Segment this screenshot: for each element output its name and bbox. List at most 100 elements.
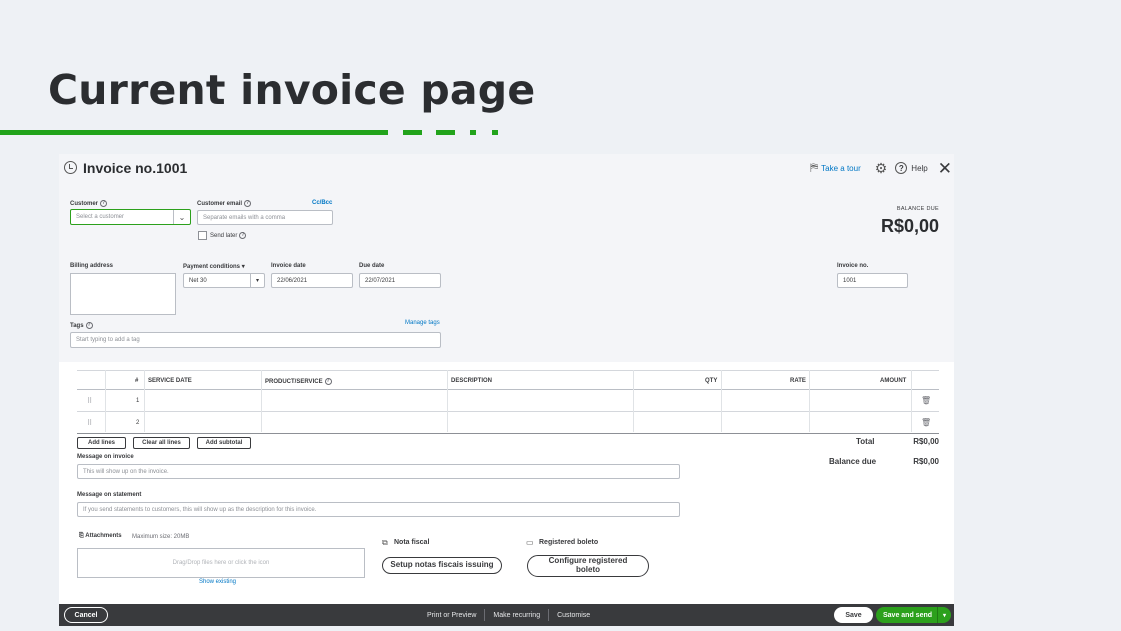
col-header-qty: QTY [705, 378, 718, 384]
table-row-number: 2 [136, 420, 140, 426]
col-header-product-service: PRODUCT/SERVICE? [265, 378, 332, 386]
info-icon: ? [239, 232, 247, 239]
col-header-number: # [135, 378, 139, 384]
green-accent-dash [403, 130, 422, 135]
send-later-checkbox[interactable] [198, 231, 207, 240]
setup-notas-fiscais-button[interactable]: Setup notas fiscais issuing [382, 557, 502, 574]
col-header-amount: AMOUNT [880, 378, 907, 384]
tour-icon: ⛿ [810, 161, 819, 174]
green-accent-line [0, 130, 388, 135]
history-icon[interactable] [64, 161, 77, 174]
help-link[interactable]: Help [911, 164, 927, 173]
customise-link[interactable]: Customise [557, 612, 590, 619]
customer-select[interactable]: Select a customer ⌄ [70, 209, 191, 225]
customer-email-input[interactable]: Separate emails with a comma [197, 210, 333, 225]
configure-boleto-button[interactable]: Configure registered boleto [527, 555, 649, 577]
invoice-no-input[interactable]: 1001 [837, 273, 908, 288]
payment-conditions-label: Payment conditions ▾ [183, 264, 245, 270]
green-accent-dot [492, 130, 498, 135]
green-accent-dot [470, 130, 476, 135]
manage-tags-link[interactable]: Manage tags [405, 320, 440, 326]
info-icon: ? [100, 200, 108, 207]
balance-due-label: BALANCE DUE [896, 206, 939, 212]
cc-bcc-link[interactable]: Cc/Bcc [312, 200, 332, 206]
col-divider [721, 370, 722, 432]
col-divider [809, 370, 810, 432]
invoice-date-label: Invoice date [271, 263, 306, 269]
due-date-input[interactable]: 22/07/2021 [359, 273, 441, 288]
due-date-value: 22/07/2021 [365, 277, 396, 284]
save-and-send-label: Save and send [883, 611, 933, 619]
footer-actions: Print or Preview Make recurring Customis… [427, 604, 590, 626]
col-header-description: DESCRIPTION [451, 378, 493, 384]
customer-label: Customer? [70, 200, 108, 208]
message-statement-input[interactable]: If you send statements to customers, thi… [77, 502, 680, 517]
cancel-button[interactable]: Cancel [64, 607, 108, 623]
footer-divider [484, 609, 486, 621]
drag-handle-icon[interactable]: ⠿ [87, 419, 92, 427]
balance-due-value: R$0,00 [880, 216, 939, 236]
header-actions: ⛿ Take a tour ⚙ ? Help ✕ [810, 158, 954, 178]
email-placeholder: Separate emails with a comma [203, 214, 286, 221]
message-statement-placeholder: If you send statements to customers, thi… [83, 506, 317, 513]
message-invoice-input[interactable]: This will show up on the invoice. [77, 464, 680, 479]
make-recurring-link[interactable]: Make recurring [493, 612, 540, 619]
invoice-no-value: 1001 [843, 277, 857, 284]
invoice-window: Invoice no.1001 ⛿ Take a tour ⚙ ? Help ✕… [59, 154, 954, 626]
add-lines-button[interactable]: Add lines [77, 437, 126, 449]
message-invoice-label: Message on invoice [77, 454, 134, 460]
invoice-title: Invoice no.1001 [83, 160, 188, 176]
registered-boleto-label: Registered boleto [539, 539, 599, 546]
col-divider [633, 370, 634, 432]
info-icon: ? [85, 322, 93, 329]
payment-conditions-select[interactable]: Net 30 ▾ [183, 273, 265, 288]
trash-icon[interactable]: 🗑 [921, 396, 931, 405]
dropzone-text: Drag/Drop files here or click the icon [172, 560, 270, 566]
save-and-send-button[interactable]: Save and send ▾ [876, 607, 951, 623]
gear-icon[interactable]: ⚙ [875, 160, 888, 177]
info-icon: ? [324, 378, 332, 385]
copy-icon: ⧉ [382, 538, 388, 547]
green-accent-dash [436, 130, 455, 135]
balance-due-total-value: R$0,00 [913, 457, 939, 466]
col-header-service-date: SERVICE DATE [148, 378, 192, 384]
col-header-rate: RATE [790, 378, 806, 384]
invoice-no-label: Invoice no. [837, 263, 869, 269]
save-button[interactable]: Save [834, 607, 873, 623]
trash-icon[interactable]: 🗑 [921, 418, 931, 427]
caret-down-icon[interactable]: ▾ [250, 274, 264, 287]
help-icon[interactable]: ? [895, 162, 908, 174]
paperclip-icon: ⎘ [79, 533, 84, 539]
attachments-label: ⎘ Attachments [79, 533, 122, 539]
tags-input[interactable]: Start typing to add a tag [70, 332, 441, 348]
total-value: R$0,00 [913, 437, 939, 446]
chevron-down-icon[interactable]: ⌄ [173, 210, 190, 224]
tags-label: Tags? [70, 322, 93, 330]
take-tour-link[interactable]: Take a tour [821, 164, 861, 173]
message-invoice-placeholder: This will show up on the invoice. [83, 468, 169, 475]
billing-address-label: Billing address [70, 263, 114, 269]
footer-bar: Cancel Print or Preview Make recurring C… [59, 604, 954, 626]
slide-title: Current invoice page [48, 66, 536, 114]
show-existing-link[interactable]: Show existing [199, 579, 236, 585]
table-row-number: 1 [136, 398, 140, 404]
message-statement-label: Message on statement [77, 492, 142, 498]
invoice-date-input[interactable]: 22/06/2021 [271, 273, 353, 288]
send-later-label: Send later? [210, 232, 247, 240]
drag-handle-icon[interactable]: ⠿ [87, 397, 92, 405]
billing-address-input[interactable] [70, 273, 176, 315]
col-divider [144, 370, 145, 432]
close-icon[interactable]: ✕ [938, 160, 952, 177]
add-subtotal-button[interactable]: Add subtotal [197, 437, 251, 449]
footer-divider [548, 609, 550, 621]
print-preview-link[interactable]: Print or Preview [427, 612, 476, 619]
laptop-icon: ▭ [526, 538, 534, 547]
info-icon: ? [244, 200, 252, 207]
attachments-dropzone[interactable]: Drag/Drop files here or click the icon [77, 548, 365, 578]
clear-all-lines-button[interactable]: Clear all lines [133, 437, 190, 449]
total-label: Total [856, 437, 875, 446]
caret-down-icon[interactable]: ▾ [937, 607, 951, 623]
due-date-label: Due date [359, 263, 385, 269]
customer-placeholder: Select a customer [76, 214, 125, 220]
col-divider [447, 370, 448, 432]
